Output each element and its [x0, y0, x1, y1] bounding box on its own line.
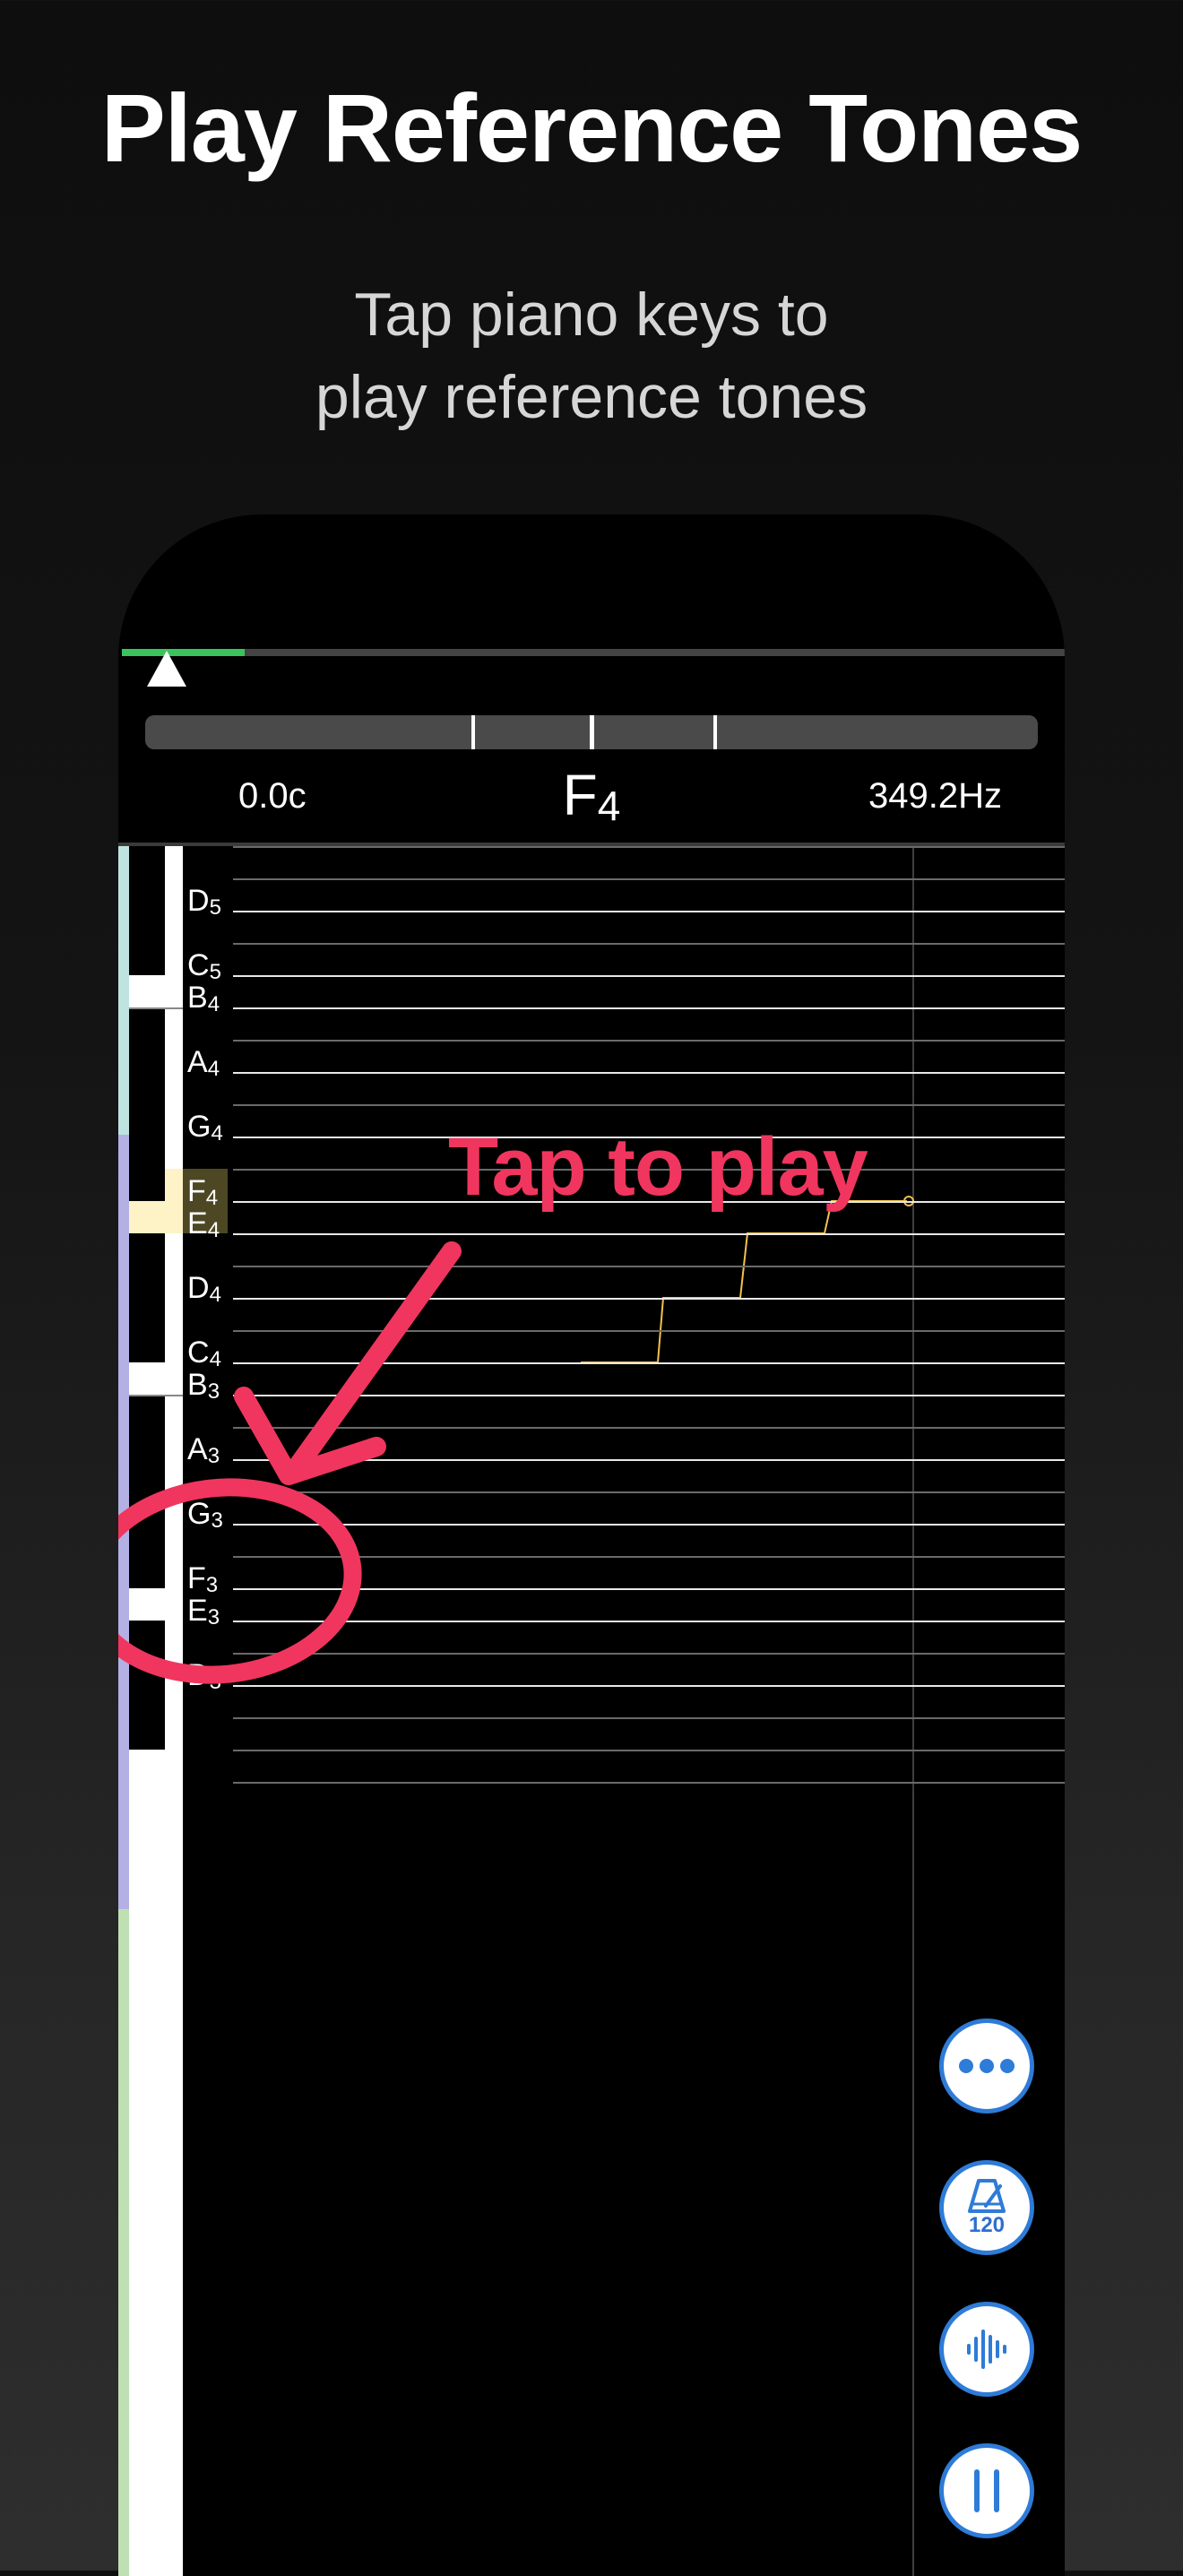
subtitle-line-1: Tap piano keys to — [354, 281, 829, 349]
metronome-bpm-label: 120 — [968, 2213, 1006, 2237]
phone-frame: 0.0c F4 349.2Hz D5 C5 B4 A4 G4 F4 E4 D4 C4 B3 A3 G3… — [118, 514, 1065, 2576]
annotation-overlay — [118, 1241, 462, 1684]
pause-button[interactable] — [939, 2443, 1034, 2538]
annotation-arrow-shaft — [288, 1241, 462, 1476]
metronome-button[interactable]: 120 — [939, 2160, 1034, 2255]
page-subtitle: Tap piano keys to play reference tones — [0, 273, 1183, 438]
ellipsis-icon — [959, 2059, 1015, 2073]
page-headline: Play Reference Tones — [100, 73, 1084, 182]
pause-icon — [974, 2469, 999, 2512]
waveform-button[interactable] — [939, 2302, 1034, 2397]
waveform-icon — [967, 2330, 1006, 2369]
metronome-icon — [968, 2179, 1006, 2213]
annotation-circle — [118, 1478, 362, 1684]
more-button[interactable] — [939, 2018, 1034, 2114]
subtitle-line-2: play reference tones — [315, 363, 868, 431]
